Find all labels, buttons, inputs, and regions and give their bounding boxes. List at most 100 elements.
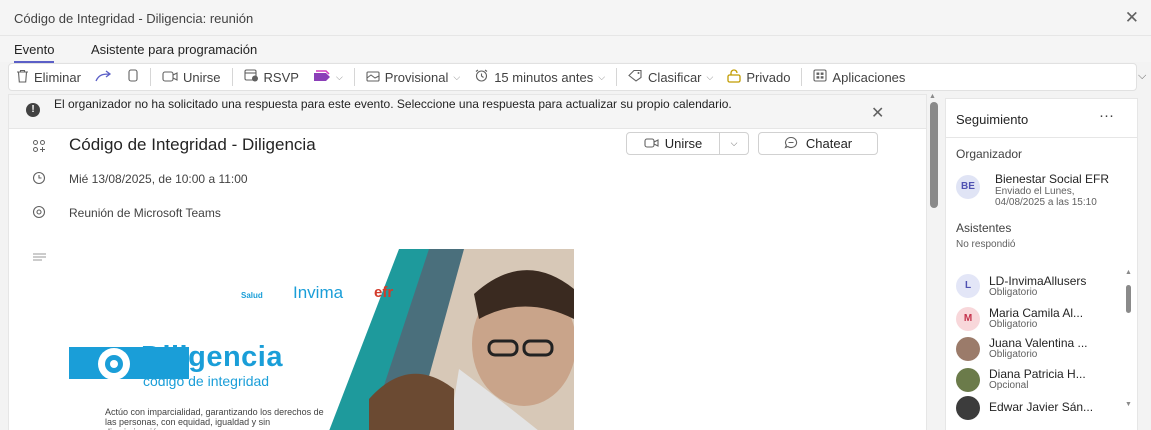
side-scrollbar[interactable] [1126, 285, 1131, 313]
status-image-icon [366, 69, 380, 85]
video-camera-icon [162, 69, 178, 85]
meeting-group-icon [32, 139, 46, 156]
attendee-name: Edwar Javier Sán... [989, 400, 1094, 414]
info-bar: ! El organizador no ha solicitado una re… [9, 95, 926, 129]
tab-evento[interactable]: Evento [14, 42, 55, 63]
scroll-up-icon[interactable]: ▲ [929, 93, 936, 100]
tracking-title: Seguimiento [956, 112, 1029, 127]
toolbar-divider [149, 68, 151, 86]
avatar-photo [956, 396, 980, 420]
dismiss-icon[interactable]: ✕ [871, 103, 884, 123]
event-pane: ! El organizador no ha solicitado una re… [8, 94, 927, 430]
organizer-sent-date: 04/08/2025 a las 15:10 [995, 197, 1097, 208]
close-icon[interactable]: ✕ [1125, 8, 1139, 28]
organizer-sent: Enviado el Lunes, [995, 186, 1075, 197]
join-label: Unirse [182, 69, 221, 85]
join-options-dropdown[interactable]: ⌵ [719, 132, 749, 155]
attendee-role: Obligatorio [989, 287, 1038, 298]
copy-button[interactable] [120, 64, 146, 90]
attendee-name: Diana Patricia H... [989, 367, 1086, 381]
attendee-name: LD-InvimaAllusers [989, 274, 1087, 288]
location-pin-icon [32, 205, 46, 222]
video-camera-icon [644, 136, 659, 151]
avatar-photo [956, 368, 980, 392]
classify-label: Clasificar [648, 69, 702, 85]
tracking-pane: Seguimiento ··· Organizador BE Bienestar… [945, 98, 1138, 430]
attendee-name: Juana Valentina ... [989, 336, 1088, 350]
forward-button[interactable] [88, 64, 120, 90]
private-button[interactable]: Privado [720, 64, 797, 90]
show-as-label: Provisional [384, 69, 449, 85]
apps-label: Aplicaciones [832, 69, 906, 85]
title-bar: Código de Integridad - Diligencia: reuni… [0, 0, 1151, 36]
banner-subheading: código de integridad [143, 373, 270, 389]
avatar: L [956, 274, 980, 298]
info-message: El organizador no ha solicitado una resp… [54, 97, 732, 111]
organizer-label: Organizador [956, 147, 1023, 161]
apps-grid-icon [813, 69, 827, 85]
event-location: Reunión de Microsoft Teams [69, 206, 221, 220]
classify-dropdown[interactable]: Clasificar ⌵ [621, 64, 720, 90]
toolbar-divider [353, 68, 355, 86]
reminder-dropdown[interactable]: 15 minutos antes ⌵ [467, 64, 612, 90]
show-as-dropdown[interactable]: Provisional ⌵ [359, 64, 467, 90]
chevron-down-icon: ⌵ [335, 71, 343, 82]
chat-label: Chatear [805, 136, 853, 151]
banner-body: Actúo con imparcialidad, garantizando lo… [105, 407, 324, 430]
no-response-label: No respondió [956, 239, 1016, 250]
reminder-label: 15 minutos antes [494, 69, 594, 85]
join-meeting-button[interactable]: Unirse [626, 132, 720, 155]
chevron-down-icon: ⌵ [730, 138, 738, 148]
chevron-down-icon: ⌵ [706, 71, 714, 82]
avatar-photo [956, 337, 980, 361]
tag-icon [628, 69, 643, 85]
tab-asistente-programacion[interactable]: Asistente para programación [91, 42, 257, 57]
apps-button[interactable]: Aplicaciones [806, 64, 912, 90]
chat-button[interactable]: Chatear [758, 132, 878, 155]
more-options-icon[interactable]: ··· [1099, 107, 1114, 124]
calendar-reply-icon [243, 69, 259, 85]
attendee-role: Obligatorio [989, 349, 1038, 360]
clock-icon [32, 171, 46, 188]
chevron-down-icon: ⌵ [453, 71, 461, 82]
description-lines-icon [32, 250, 47, 265]
delete-label: Eliminar [34, 69, 81, 85]
categorize-button[interactable]: ⌵ [306, 64, 350, 90]
attendee-role: Opcional [989, 380, 1029, 391]
rsvp-button[interactable]: RSVP [237, 64, 306, 90]
attendee-role: Obligatorio [989, 319, 1038, 330]
divider [946, 137, 1137, 138]
event-title: Código de Integridad - Diligencia [69, 135, 316, 154]
banner-heading: Diligencia [141, 341, 283, 373]
toolbar-divider [616, 68, 618, 86]
ribbon-expand-icon[interactable]: ⌵ [1138, 70, 1146, 83]
chat-bubble-icon [784, 136, 798, 152]
logo-salud: Salud [241, 291, 263, 300]
window-title: Código de Integridad - Diligencia: reuni… [14, 11, 254, 26]
rsvp-label: RSVP [263, 69, 299, 85]
organizer-name[interactable]: Bienestar Social EFR [995, 172, 1109, 186]
organizer-avatar[interactable]: BE [956, 175, 980, 199]
delete-button[interactable]: Eliminar [9, 64, 88, 90]
main-scrollbar[interactable] [930, 102, 938, 208]
logo-invima: Invima [293, 283, 344, 302]
attendee-name: Maria Camila Al... [989, 306, 1084, 320]
lock-icon [727, 68, 741, 86]
trash-icon [16, 69, 29, 86]
event-datetime: Mié 13/08/2025, de 10:00 a 11:00 [69, 172, 248, 186]
alarm-clock-icon [474, 69, 489, 85]
tab-strip: Evento Asistente para programación [0, 36, 1151, 63]
tag-color-icon [313, 69, 331, 85]
join-button[interactable]: Unirse [155, 64, 228, 90]
chevron-down-icon: ⌵ [598, 71, 606, 82]
logo-efr: efr [374, 284, 394, 301]
toolbar-divider [231, 68, 233, 86]
info-icon: ! [26, 103, 40, 117]
toolbar-divider [801, 68, 803, 86]
banner-graphic [69, 249, 574, 430]
scroll-down-icon[interactable]: ▼ [1125, 401, 1132, 408]
copy-icon [127, 69, 139, 85]
forward-arrow-icon [95, 69, 113, 85]
scroll-up-icon[interactable]: ▲ [1125, 269, 1132, 276]
event-banner-image: Salud Invima efr Diligencia código de in… [69, 249, 574, 430]
